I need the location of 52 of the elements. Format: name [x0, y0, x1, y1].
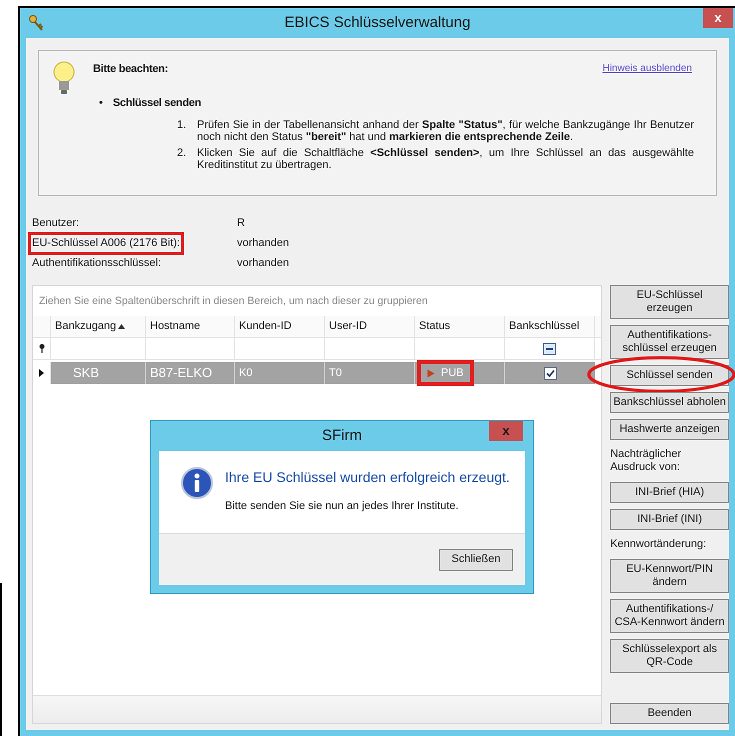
column-header[interactable]: Hostname [146, 316, 235, 337]
step-text: Klicken Sie auf die Schaltfläche <Schlüssel senden>, um Ihre Schlüssel an das ausgewählte Kreditinstitut zu übertragen. [197, 147, 694, 171]
info-value: R [237, 216, 245, 232]
side-button[interactable]: Authentifikations-schlüssel erzeugen [610, 325, 729, 359]
side-button[interactable]: EU-Schlüssel erzeugen [610, 285, 729, 319]
step-number: 2. [177, 147, 188, 161]
light-bulb-icon [53, 61, 75, 95]
hide-hint-link[interactable]: Hinweis ausblenden [602, 61, 692, 76]
table-cell: SKB [51, 362, 146, 384]
dialog-heading: Ihre EU Schlüssel wurden erfolgreich erzeugt. [225, 468, 510, 487]
close-dialog-button[interactable]: Schließen [439, 548, 513, 570]
side-button[interactable]: Beenden [610, 703, 729, 724]
side-button[interactable]: EU-Kennwort/PIN ändern [610, 559, 729, 593]
column-header[interactable]: User-ID [325, 316, 415, 337]
side-button[interactable]: Schlüsselexport als QR-Code [610, 639, 729, 673]
step-text: Prüfen Sie in der Tabellenansicht anhand der Spalte "Status", für welche Bankzugänge Ihr Benutzer noch nicht den Status "bereit" hat und markieren die entsprechende Zeile. [197, 119, 694, 143]
info-label: EU-Schlüssel A006 (2176 Bit): [28, 232, 184, 255]
column-header[interactable]: Status [415, 316, 505, 337]
close-button[interactable]: x [489, 421, 523, 441]
status-cell: PUB [417, 360, 474, 386]
filter-checkbox-icon [543, 342, 556, 354]
dialog-title: SFirm [322, 426, 362, 446]
bullet: • [99, 96, 103, 111]
section-label: Kennwortänderung: [610, 538, 708, 551]
side-button[interactable]: Schlüssel senden [610, 365, 729, 386]
table-cell: K0 [235, 362, 325, 384]
pin-icon [38, 344, 44, 353]
close-button[interactable]: x [703, 8, 733, 28]
section-heading: Schlüssel senden [112, 96, 201, 111]
column-header[interactable]: Bankzugang [51, 316, 146, 337]
info-label: Authentifikationsschlüssel: [32, 256, 162, 272]
section-label: Nachträglicher Ausdruck von: [610, 448, 682, 474]
row-indicator-icon [39, 369, 44, 377]
window-title: EBICS Schlüsselverwaltung [284, 12, 470, 33]
column-header[interactable]: Kunden-ID [235, 316, 325, 337]
play-icon [427, 368, 435, 378]
info-label: Benutzer: [32, 216, 80, 232]
side-button[interactable]: Authentifikations-/ CSA-Kennwort ändern [610, 599, 729, 633]
table-cell: B87-ELKO [146, 362, 235, 384]
side-button[interactable]: INI-Brief (HIA) [610, 482, 729, 503]
side-button[interactable]: Hashwerte anzeigen [610, 419, 729, 440]
table-cell: T0 [325, 362, 415, 384]
info-value: vorhanden [237, 256, 289, 272]
info-value: vorhanden [237, 236, 289, 252]
dialog-message: Bitte senden Sie sie nun an jedes Ihrer Institute. [225, 499, 460, 514]
side-button[interactable]: INI-Brief (INI) [610, 509, 729, 530]
step-number: 1. [177, 119, 188, 133]
info-icon [181, 467, 213, 499]
side-button[interactable]: Bankschlüssel abholen [610, 392, 729, 413]
column-header[interactable]: Bankschlüssel [505, 316, 595, 337]
group-by-hint: Ziehen Sie eine Spaltenüberschrift in diesen Bereich, um nach dieser zu gruppieren [38, 294, 429, 309]
notice-heading: Bitte beachten: [93, 62, 168, 77]
